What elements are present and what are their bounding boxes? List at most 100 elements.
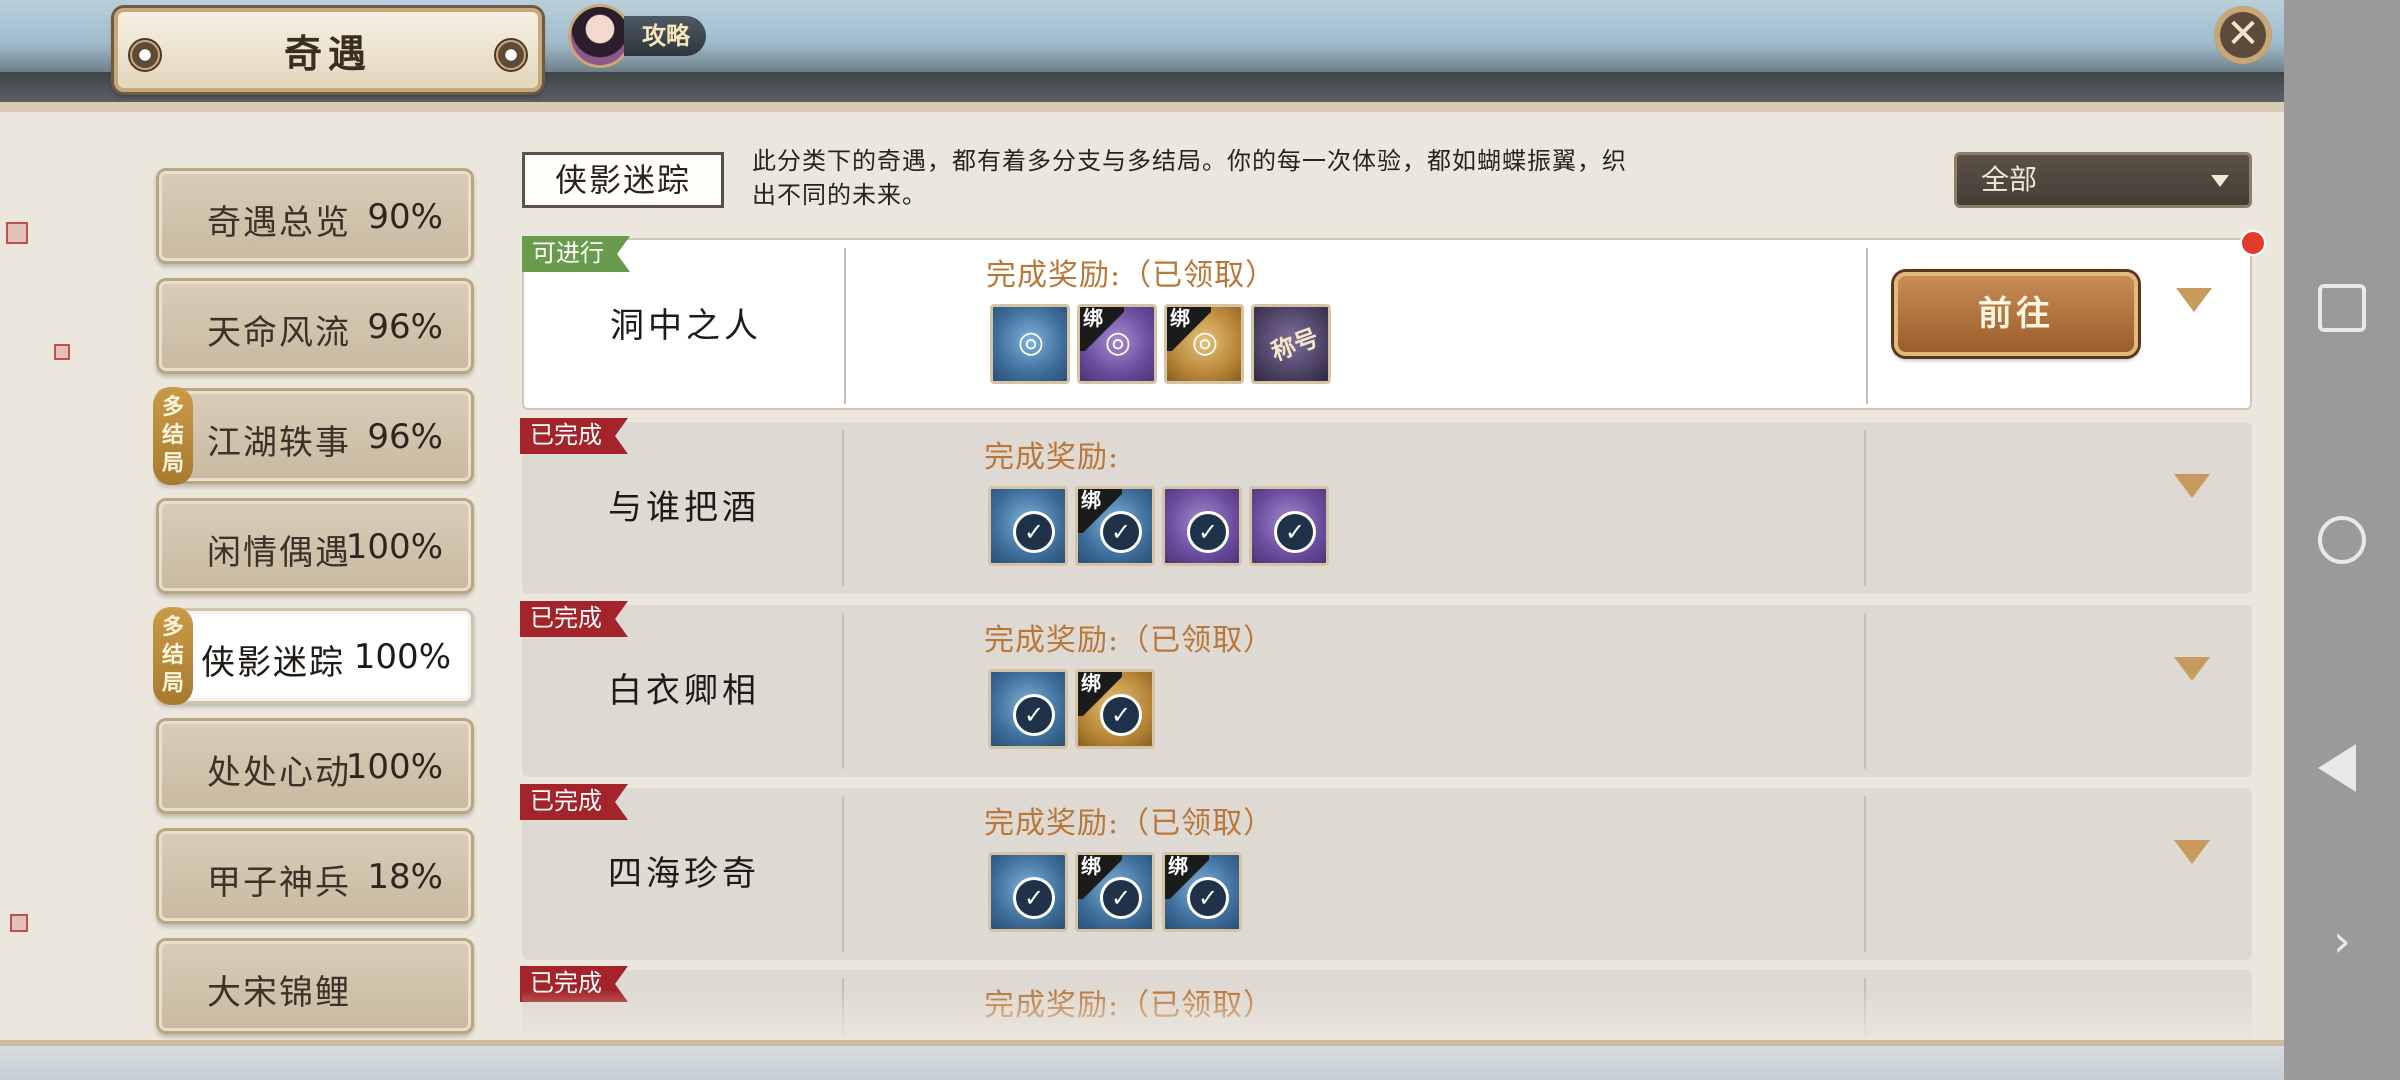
reward-items: ✓ 绑 ✓ ✓ ✓ bbox=[988, 486, 1329, 566]
menu-item[interactable]: 甲子神兵 18% bbox=[156, 828, 474, 924]
notification-dot bbox=[2240, 230, 2266, 256]
menu-item-label: 江湖轶事 bbox=[207, 423, 351, 463]
quest-name: 四海珍奇 bbox=[608, 854, 760, 894]
menu-item[interactable]: 闲情偶遇 100% bbox=[156, 498, 474, 594]
check-icon: ✓ bbox=[1187, 511, 1229, 553]
expand-arrow-icon[interactable] bbox=[2174, 474, 2210, 498]
reward-item[interactable]: ◎ bbox=[990, 304, 1070, 384]
back-icon[interactable] bbox=[2318, 744, 2356, 792]
divider bbox=[842, 430, 844, 586]
menu-item[interactable]: 天命风流 96% bbox=[156, 278, 474, 374]
check-icon: ✓ bbox=[1187, 877, 1229, 919]
status-badge: 已完成 bbox=[520, 418, 628, 454]
reward-item[interactable]: ✓ bbox=[988, 852, 1068, 932]
check-icon: ✓ bbox=[1013, 511, 1055, 553]
menu-item-label: 甲子神兵 bbox=[207, 863, 351, 903]
quest-row[interactable]: 可进行洞中之人完成奖励:（已领取）◎◎绑◎绑称号前往 bbox=[522, 230, 2266, 410]
reward-item[interactable]: ◎绑 bbox=[1077, 304, 1157, 384]
seal-stamp-icon bbox=[6, 222, 28, 244]
reward-title: 完成奖励: bbox=[984, 440, 1120, 475]
title-plaque-icon: 称号 bbox=[1267, 322, 1323, 367]
dropdown-caret-icon bbox=[2211, 175, 2229, 187]
bottom-strip bbox=[0, 1040, 2284, 1080]
bound-tag: 绑 bbox=[1167, 307, 1211, 351]
menu-item-percent: 100% bbox=[353, 637, 451, 677]
quest-name: 洞中之人 bbox=[610, 306, 762, 346]
reward-item[interactable]: ✓ bbox=[988, 486, 1068, 566]
menu-item-label: 闲情偶遇 bbox=[207, 533, 351, 573]
seal-stamp-icon bbox=[54, 344, 70, 360]
go-button[interactable]: 前往 bbox=[1894, 272, 2138, 356]
reward-item[interactable]: 绑 ✓ bbox=[1075, 852, 1155, 932]
reward-title: 完成奖励:（已领取） bbox=[986, 258, 1277, 293]
check-icon: ✓ bbox=[1100, 877, 1142, 919]
menu-item[interactable]: 奇遇总览 90% bbox=[156, 168, 474, 264]
menu-item[interactable]: 多结局江湖轶事 96% bbox=[153, 387, 474, 485]
check-icon: ✓ bbox=[1100, 694, 1142, 736]
guide-avatar bbox=[568, 4, 632, 68]
knot-ornament-icon bbox=[128, 38, 162, 72]
close-button[interactable]: ✕ bbox=[2214, 6, 2272, 64]
filter-dropdown[interactable]: 全部 bbox=[1954, 152, 2252, 208]
reward-item[interactable]: ◎绑 bbox=[1164, 304, 1244, 384]
quest-row[interactable]: 已完成 四海珍奇 完成奖励:（已领取） ✓ 绑 ✓ 绑 ✓ bbox=[520, 784, 2252, 960]
menu-item[interactable]: 大宋锦鲤 bbox=[156, 938, 474, 1034]
check-icon: ✓ bbox=[1100, 511, 1142, 553]
menu-item[interactable]: 多结局侠影迷踪 100% bbox=[153, 607, 474, 705]
menu-item[interactable]: 处处心动 100% bbox=[156, 718, 474, 814]
category-description: 此分类下的奇遇，都有着多分支与多结局。你的每一次体验，都如蝴蝶振翼，织出不同的未… bbox=[752, 147, 1627, 209]
guide-button[interactable]: 攻略 bbox=[568, 4, 706, 68]
calligraphy-decoration bbox=[10, 270, 70, 530]
reward-title: 完成奖励:（已领取） bbox=[984, 623, 1275, 658]
menu-item-percent: 96% bbox=[367, 417, 443, 457]
menu-item-percent: 18% bbox=[367, 857, 443, 897]
expand-arrow-icon[interactable] bbox=[2174, 840, 2210, 864]
title-plate: 奇遇 bbox=[114, 8, 542, 92]
check-icon: ✓ bbox=[1013, 877, 1055, 919]
page-title: 奇遇 bbox=[283, 30, 372, 76]
menu-item-percent: 96% bbox=[367, 307, 443, 347]
check-icon: ✓ bbox=[1013, 694, 1055, 736]
menu-item-percent: 100% bbox=[345, 527, 443, 567]
status-badge: 已完成 bbox=[520, 601, 628, 637]
quest-row[interactable]: 已完成 白衣卿相 完成奖励:（已领取） ✓ 绑 ✓ bbox=[520, 601, 2252, 777]
status-badge: 可进行 bbox=[522, 236, 630, 272]
reward-title: 完成奖励:（已领取） bbox=[984, 806, 1275, 841]
divider bbox=[1864, 796, 1866, 952]
divider bbox=[842, 796, 844, 952]
multi-ending-tag: 多结局 bbox=[153, 387, 193, 485]
reward-item[interactable]: 称号 bbox=[1251, 304, 1331, 384]
reward-item[interactable]: ✓ bbox=[1162, 486, 1242, 566]
menu-item-label: 天命风流 bbox=[207, 313, 351, 353]
reward-item[interactable]: 绑 ✓ bbox=[1075, 669, 1155, 749]
menu-item-label: 奇遇总览 bbox=[207, 203, 351, 243]
bound-tag: 绑 bbox=[1080, 307, 1124, 351]
ring-icon: ◎ bbox=[1017, 325, 1045, 360]
category-name-box: 侠影迷踪 bbox=[522, 152, 724, 208]
guide-label: 攻略 bbox=[624, 16, 706, 56]
divider bbox=[842, 613, 844, 769]
reward-items: ✓ 绑 ✓ bbox=[988, 669, 1155, 749]
quest-name: 与谁把酒 bbox=[608, 488, 760, 528]
expand-arrow-icon[interactable] bbox=[2174, 657, 2210, 681]
filter-selected: 全部 bbox=[1981, 163, 2038, 196]
reward-item[interactable]: 绑 ✓ bbox=[1075, 486, 1155, 566]
reward-item[interactable]: ✓ bbox=[1249, 486, 1329, 566]
menu-item-label: 处处心动 bbox=[207, 753, 351, 793]
divider bbox=[1864, 430, 1866, 586]
menu-item-percent: 100% bbox=[345, 747, 443, 787]
divider bbox=[844, 248, 846, 404]
quest-row[interactable]: 已完成 与谁把酒 完成奖励: ✓ 绑 ✓ ✓ ✓ bbox=[520, 418, 2252, 594]
check-icon: ✓ bbox=[1274, 511, 1316, 553]
menu-item-label: 侠影迷踪 bbox=[201, 643, 345, 683]
android-nav-bar: › bbox=[2284, 0, 2400, 1080]
home-icon[interactable] bbox=[2318, 516, 2366, 564]
reward-item[interactable]: 绑 ✓ bbox=[1162, 852, 1242, 932]
recent-apps-icon[interactable] bbox=[2318, 284, 2366, 332]
expand-arrow-icon[interactable] bbox=[2176, 288, 2212, 312]
reward-item[interactable]: ✓ bbox=[988, 669, 1068, 749]
seal-stamp-icon bbox=[10, 914, 28, 932]
multi-ending-tag: 多结局 bbox=[153, 607, 193, 705]
status-badge: 已完成 bbox=[520, 784, 628, 820]
chevron-right-icon[interactable]: › bbox=[2318, 918, 2366, 966]
